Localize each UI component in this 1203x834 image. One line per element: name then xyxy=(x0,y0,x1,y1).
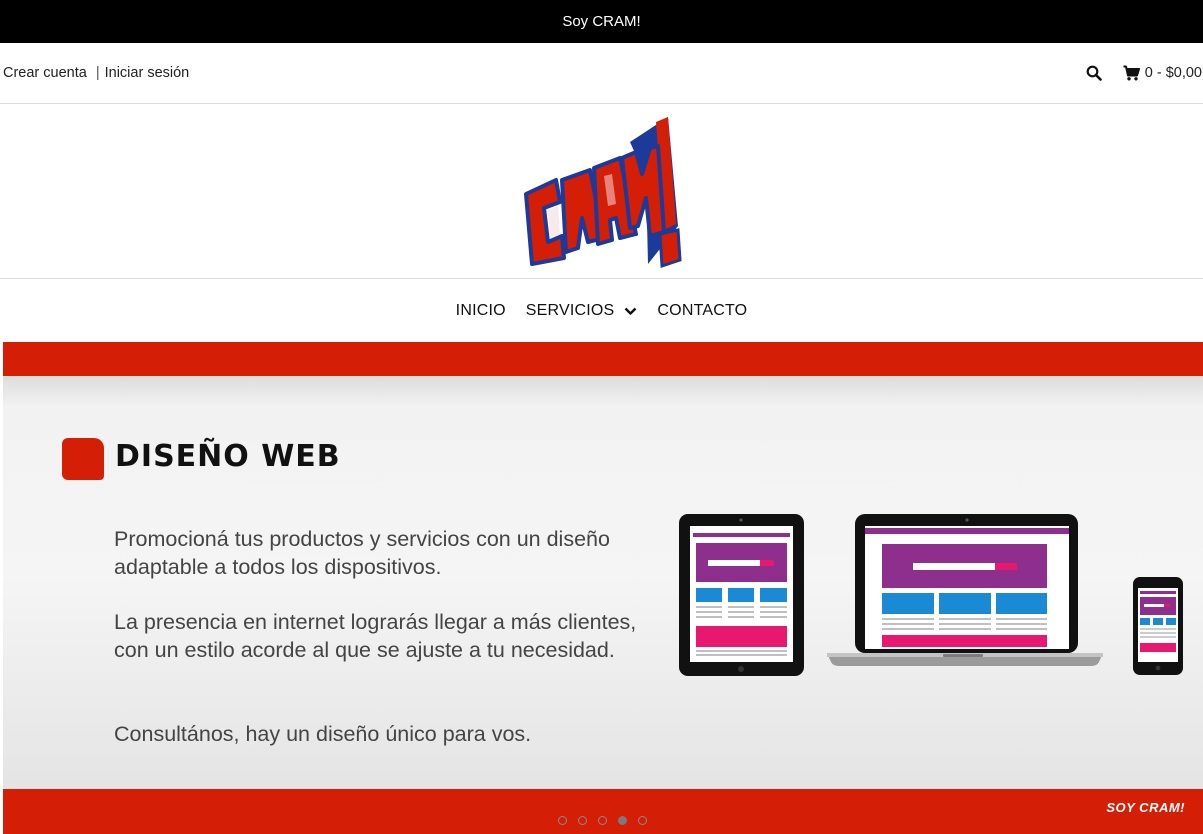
cart-summary: 0 - $0,00 xyxy=(1144,65,1202,81)
search-icon[interactable] xyxy=(1085,64,1103,82)
slide-paragraph-2: La presencia en internet lograrás llegar… xyxy=(114,610,637,662)
create-account-link[interactable]: Crear cuenta xyxy=(3,65,87,81)
slide-paragraph-1: Promocioná tus productos y servicios con… xyxy=(114,527,610,579)
slide-dot[interactable] xyxy=(578,816,587,825)
tablet-image xyxy=(679,514,804,676)
main-nav: INICIO SERVICIOS CONTACTO xyxy=(0,280,1203,342)
hero-bottom-band xyxy=(3,789,1203,834)
cram-logo[interactable] xyxy=(518,114,688,270)
soy-cram-brand-mark: SOY CRAM! xyxy=(1106,800,1185,815)
account-bar: Crear cuenta | Iniciar sesión 0 - $0,00 xyxy=(0,43,1203,104)
nav-item-inicio[interactable]: INICIO xyxy=(456,302,506,320)
announcement-bar: Soy CRAM! xyxy=(0,0,1203,43)
slide-paragraph-3: Consultános, hay un diseño único para vo… xyxy=(114,722,532,746)
nav-label-contacto: CONTACTO xyxy=(657,302,748,319)
phone-image xyxy=(1133,577,1183,675)
hero-top-band xyxy=(3,342,1203,376)
hero-slider: DISEÑO WEB Promocioná tus productos y se… xyxy=(3,342,1203,834)
header-tools: 0 - $0,00 xyxy=(1085,64,1203,82)
nav-item-contacto[interactable]: CONTACTO xyxy=(657,302,747,320)
slide-dot-active[interactable] xyxy=(618,816,627,825)
slide-title: DISEÑO WEB xyxy=(115,439,341,474)
nav-label-inicio: INICIO xyxy=(455,302,506,319)
account-separator: | xyxy=(95,65,100,81)
responsive-devices-illustration xyxy=(679,514,1183,676)
laptop-image xyxy=(827,514,1103,666)
slider-pagination xyxy=(558,816,658,825)
nav-label-servicios: SERVICIOS xyxy=(525,302,615,319)
nav-item-servicios[interactable]: SERVICIOS xyxy=(526,302,638,320)
chevron-down-icon xyxy=(625,307,637,315)
slide-dot[interactable] xyxy=(598,816,607,825)
login-link[interactable]: Iniciar sesión xyxy=(105,65,190,81)
logo-area xyxy=(0,104,1203,279)
cart-icon xyxy=(1123,65,1140,81)
title-accent-square xyxy=(62,438,104,480)
announcement-text: Soy CRAM! xyxy=(562,13,641,30)
cart-button[interactable]: 0 - $0,00 xyxy=(1123,65,1202,81)
slide-dot[interactable] xyxy=(558,816,567,825)
account-links: Crear cuenta | Iniciar sesión xyxy=(0,65,189,81)
slide-dot[interactable] xyxy=(638,816,647,825)
